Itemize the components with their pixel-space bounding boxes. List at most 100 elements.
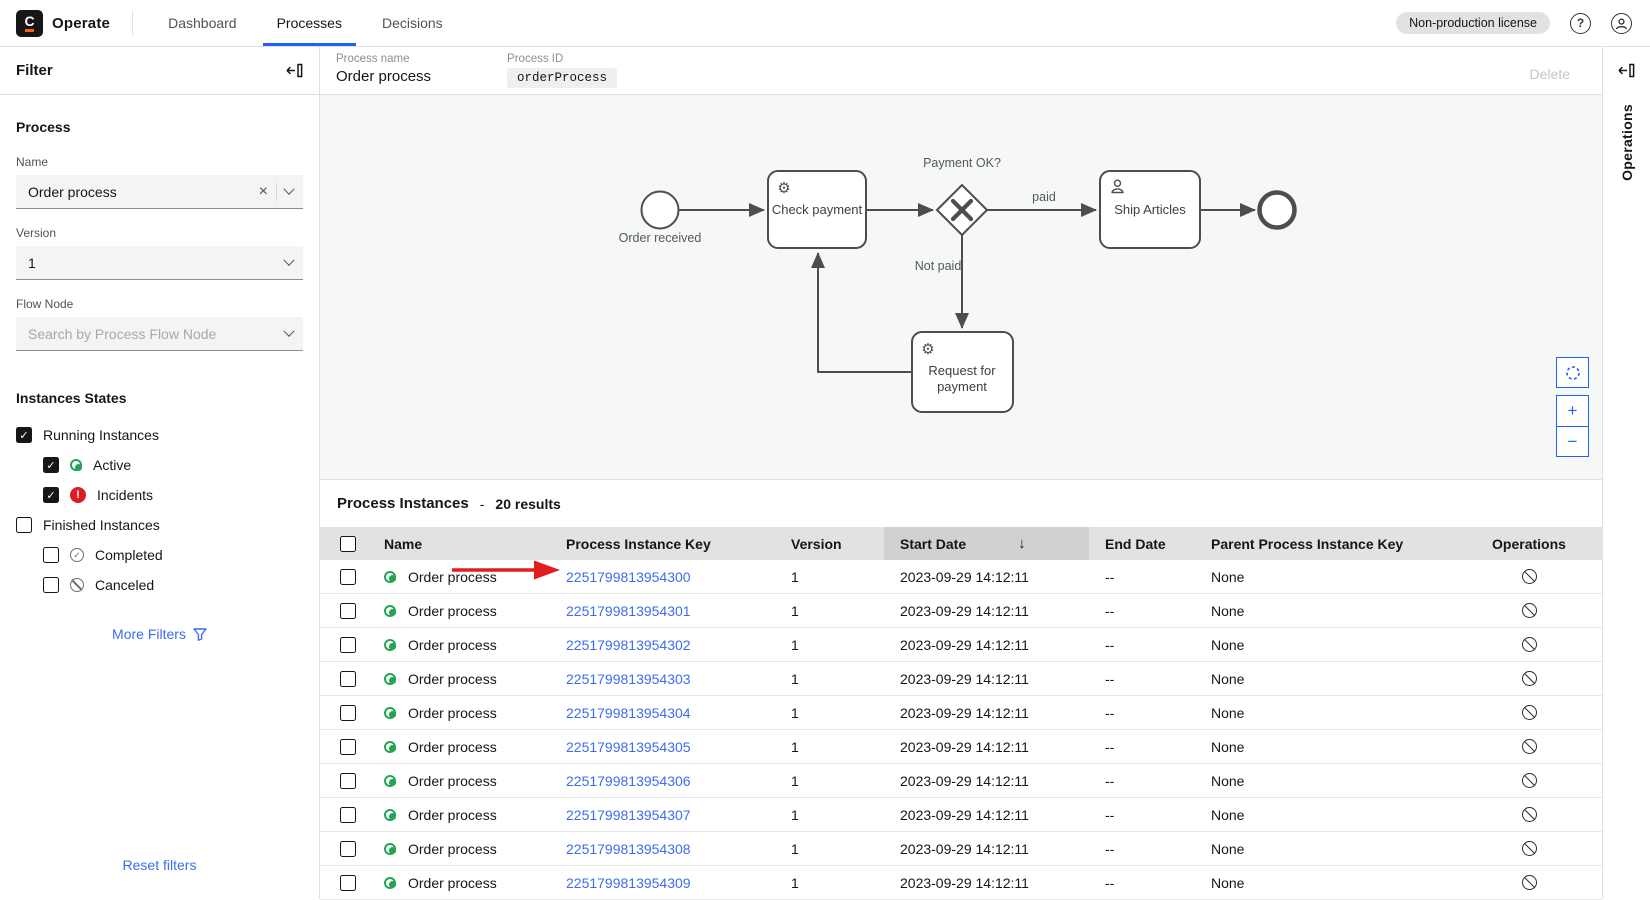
instance-key-link[interactable]: 2251799813954308 [566,841,691,857]
process-id-value: orderProcess [507,68,618,88]
start-event[interactable]: Order received [619,190,702,246]
row-checkbox[interactable] [340,738,356,755]
instance-key-link[interactable]: 2251799813954302 [566,637,691,653]
instance-version: 1 [791,738,799,755]
zoom-out-button[interactable]: − [1556,426,1589,457]
process-name-combobox[interactable]: Order process × [16,175,303,209]
row-checkbox[interactable] [340,568,356,585]
service-task-gear-icon: ⚙ [921,341,934,358]
instance-key-link[interactable]: 2251799813954309 [566,875,691,891]
task-check-payment[interactable]: ⚙ Check payment [767,170,867,249]
instances-states-list: ✓ Running Instances ✓ Active ✓! Incidents Fini… [16,420,303,600]
instance-end-date: -- [1105,602,1115,619]
instance-start-date: 2023-09-29 14:12:11 [900,670,1029,687]
instance-parent-key: None [1211,636,1245,653]
instance-end-date: -- [1105,738,1115,755]
operate-app: C Operate Dashboard Processes Decisions … [0,0,1650,900]
instance-key-link[interactable]: 2251799813954305 [566,739,691,755]
row-checkbox[interactable] [340,636,356,653]
column-header-start-date[interactable]: Start Date ↓ [884,527,1089,560]
clear-name-icon[interactable]: × [251,183,276,201]
state-filter-finished-instances[interactable]: Finished Instances [16,510,303,540]
instance-parent-key: None [1211,772,1245,789]
column-header-parent-key[interactable]: Parent Process Instance Key [1195,527,1456,560]
camunda-logo-icon[interactable]: C [16,9,43,37]
state-filter-running-instances[interactable]: ✓ Running Instances [16,420,303,450]
column-header-key[interactable]: Process Instance Key [550,527,775,560]
delete-button[interactable]: Delete [1516,58,1584,90]
active-state-icon [70,459,82,471]
tab-decisions[interactable]: Decisions [362,0,463,46]
state-label: Finished Instances [43,517,160,533]
task-request-for-payment[interactable]: ⚙ Request for payment [911,331,1014,413]
row-checkbox[interactable] [340,806,356,823]
instance-key-link[interactable]: 2251799813954300 [566,569,691,585]
instance-name: Order process [408,840,497,857]
instance-name: Order process [408,670,497,687]
header-divider [132,11,134,35]
row-checkbox[interactable] [340,602,356,619]
chevron-down-icon[interactable] [283,183,295,195]
instance-version: 1 [791,806,799,823]
bpmn-diagram-canvas[interactable]: Order received ⚙ Check payment Payment O… [320,95,1602,480]
app-name: Operate [52,14,111,32]
instance-version: 1 [791,772,799,789]
state-filter-active[interactable]: ✓ Active [43,450,303,480]
gateway-payment-ok[interactable]: Payment OK? [923,156,1001,237]
checkbox[interactable]: ✓ [43,487,59,503]
task-label-line2: payment [937,379,987,394]
row-checkbox[interactable] [340,670,356,687]
more-filters-button[interactable]: More Filters [112,626,207,642]
instance-name: Order process [408,568,497,585]
instance-version: 1 [791,602,799,619]
help-icon[interactable]: ? [1570,12,1591,34]
main-nav: Dashboard Processes Decisions [148,0,463,46]
checkbox[interactable]: ✓ [16,427,32,443]
instance-key-link[interactable]: 2251799813954301 [566,603,691,619]
row-checkbox[interactable] [340,840,356,857]
reset-view-button[interactable] [1556,357,1589,388]
chevron-down-icon[interactable] [283,325,295,337]
column-header-end-date[interactable]: End Date [1089,527,1195,560]
checkbox[interactable]: ✓ [43,457,59,473]
operation-not-allowed-icon [1521,841,1537,856]
instance-key-link[interactable]: 2251799813954307 [566,807,691,823]
instance-start-date: 2023-09-29 14:12:11 [900,602,1029,619]
collapse-filter-panel-icon[interactable] [286,63,303,78]
operation-not-allowed-icon [1521,705,1537,720]
checkbox[interactable] [43,577,59,593]
tab-dashboard[interactable]: Dashboard [148,0,257,46]
column-header-version[interactable]: Version [775,527,884,560]
instance-parent-key: None [1211,840,1245,857]
tab-processes[interactable]: Processes [257,0,362,46]
row-checkbox[interactable] [340,874,356,891]
state-filter-canceled[interactable]: Canceled [43,570,303,600]
flow-node-combobox[interactable]: Search by Process Flow Node [16,317,303,351]
end-event[interactable] [1257,190,1297,230]
table-row: Order process 2251799813954300 1 2023-09… [320,560,1602,594]
column-header-name[interactable]: Name [368,527,550,560]
state-filter-completed[interactable]: ✓ Completed [43,540,303,570]
instance-key-link[interactable]: 2251799813954304 [566,705,691,721]
state-filter-incidents[interactable]: ✓! Incidents [43,480,303,510]
zoom-in-button[interactable]: + [1556,395,1589,426]
task-ship-articles[interactable]: Ship Articles [1099,170,1201,249]
chevron-down-icon[interactable] [283,254,295,266]
state-label: Completed [95,547,163,563]
row-checkbox[interactable] [340,772,356,789]
instance-parent-key: None [1211,874,1245,891]
row-checkbox[interactable] [340,704,356,721]
name-filter-label: Name [16,155,49,169]
checkbox[interactable] [16,517,32,533]
instance-end-date: -- [1105,636,1115,653]
select-all-checkbox[interactable] [340,535,356,552]
checkbox[interactable] [43,547,59,563]
version-select[interactable]: 1 [16,246,303,280]
instance-key-link[interactable]: 2251799813954303 [566,671,691,687]
expand-operations-panel-icon[interactable] [1618,63,1635,78]
column-header-operations[interactable]: Operations [1456,527,1602,560]
reset-filters-button[interactable]: Reset filters [123,857,197,873]
edge-label-paid: paid [1032,190,1056,204]
instance-key-link[interactable]: 2251799813954306 [566,773,691,789]
user-avatar-icon[interactable] [1611,12,1632,34]
